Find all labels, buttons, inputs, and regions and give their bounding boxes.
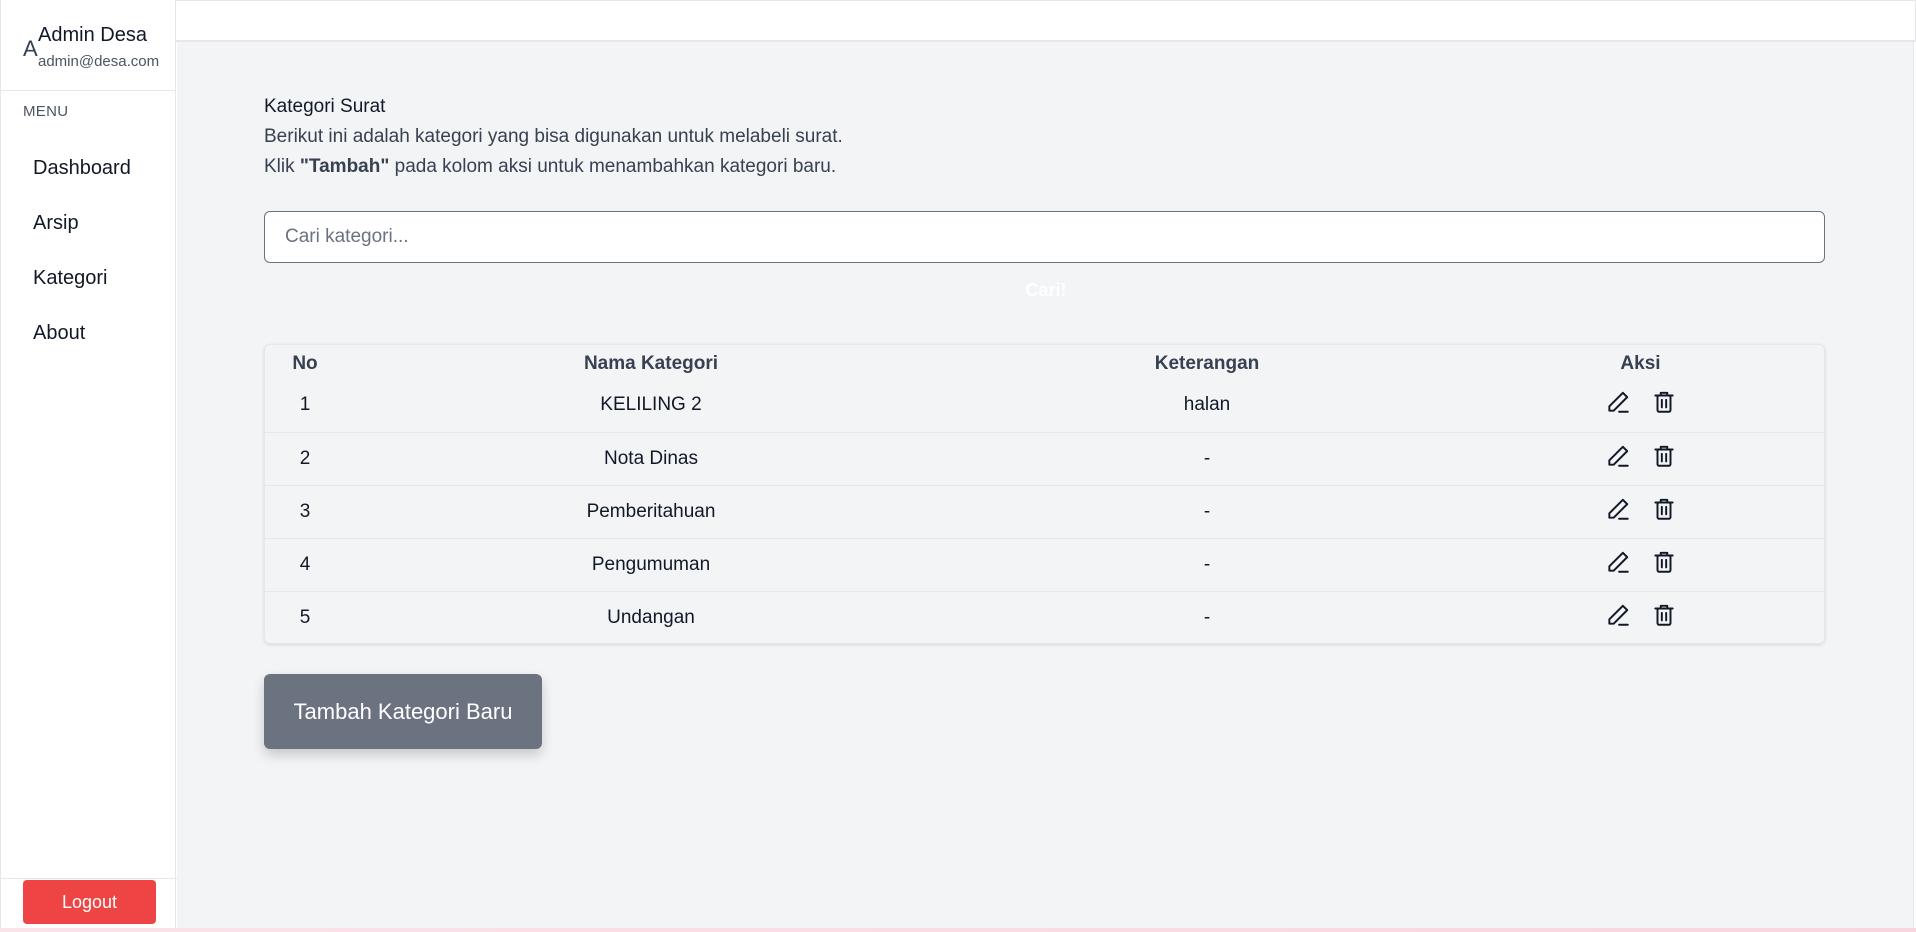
table-header-row: No Nama Kategori Keterangan Aksi [265,345,1824,379]
table-row: 3 Pemberitahuan - [265,485,1824,539]
edit-icon[interactable] [1605,602,1631,628]
instruction-prefix: Klik [264,156,300,177]
table-row: 2 Nota Dinas - [265,432,1824,486]
cell-aksi [1457,538,1824,592]
edit-icon[interactable] [1605,549,1631,575]
cell-keterangan: - [957,432,1457,486]
sidebar-item-arsip[interactable]: Arsip [33,212,79,235]
cell-keterangan: halan [957,379,1457,433]
table-row: 5 Undangan - [265,591,1824,644]
column-header-keterangan: Keterangan [1154,353,1260,374]
cell-no: 5 [299,606,311,628]
edit-icon[interactable] [1605,496,1631,522]
trash-icon[interactable] [1651,389,1677,415]
trash-icon[interactable] [1651,496,1677,522]
menu-heading: MENU [23,103,69,120]
cell-no: 3 [265,485,345,539]
instruction-suffix: pada kolom aksi untuk menambahkan katego… [389,156,837,177]
trash-icon[interactable] [1651,549,1677,575]
bottom-edge [0,928,1916,932]
top-bar [176,0,1916,42]
category-table: No Nama Kategori Keterangan Aksi 1 KELILI… [264,344,1825,644]
sidebar-item-kategori[interactable]: Kategori [33,267,108,290]
page-description: Berikut ini adalah kategori yang bisa di… [264,126,843,147]
cell-aksi [1457,432,1824,486]
cell-no: 1 [265,379,345,433]
instruction-bold: "Tambah" [299,156,390,177]
sidebar-item-dashboard[interactable]: Dashboard [33,157,131,180]
user-profile: A Admin Desa admin@desa.com [1,0,175,91]
cell-aksi [1457,485,1824,539]
column-header-nama-kategori: Nama Kategori [583,353,719,374]
cell-no: 4 [265,538,345,592]
user-name: Admin Desa [38,24,147,46]
avatar: A [23,36,38,61]
main-content: Kategori Surat Berikut ini adalah katego… [177,42,1914,928]
edit-icon[interactable] [1605,443,1631,469]
page-title: Kategori Surat [264,96,386,117]
search-input[interactable] [264,211,1825,263]
cell-no: 2 [265,432,345,486]
cell-nama-kategori: Nota Dinas [345,432,957,486]
logout-button[interactable]: Logout [23,880,156,924]
cell-nama-kategori: Pemberitahuan [345,485,957,539]
cell-nama-kategori: KELILING 2 [345,379,957,433]
user-email: admin@desa.com [38,53,160,70]
cell-keterangan: - [1203,606,1211,628]
cell-nama-kategori: Undangan [607,606,695,628]
search-button[interactable]: Cari! [986,276,1106,304]
trash-icon[interactable] [1651,443,1677,469]
cell-keterangan: - [957,538,1457,592]
table-row: 1 KELILING 2 halan [265,379,1824,433]
table-row: 4 Pengumuman - [265,538,1824,592]
sidebar-item-about[interactable]: About [33,322,85,345]
edit-icon[interactable] [1605,389,1631,415]
cell-aksi [1457,591,1824,644]
cell-aksi [1457,379,1824,433]
add-category-button[interactable]: Tambah Kategori Baru [264,674,542,749]
cell-keterangan: - [957,485,1457,539]
page-instruction: Klik "Tambah" pada kolom aksi untuk mena… [264,156,836,178]
sidebar: A Admin Desa admin@desa.com MENU Dashboa… [0,0,177,928]
sidebar-divider [1,878,177,879]
trash-icon[interactable] [1651,602,1677,628]
column-header-aksi: Aksi [1620,353,1661,374]
column-header-no: No [292,353,318,374]
cell-nama-kategori: Pengumuman [345,538,957,592]
